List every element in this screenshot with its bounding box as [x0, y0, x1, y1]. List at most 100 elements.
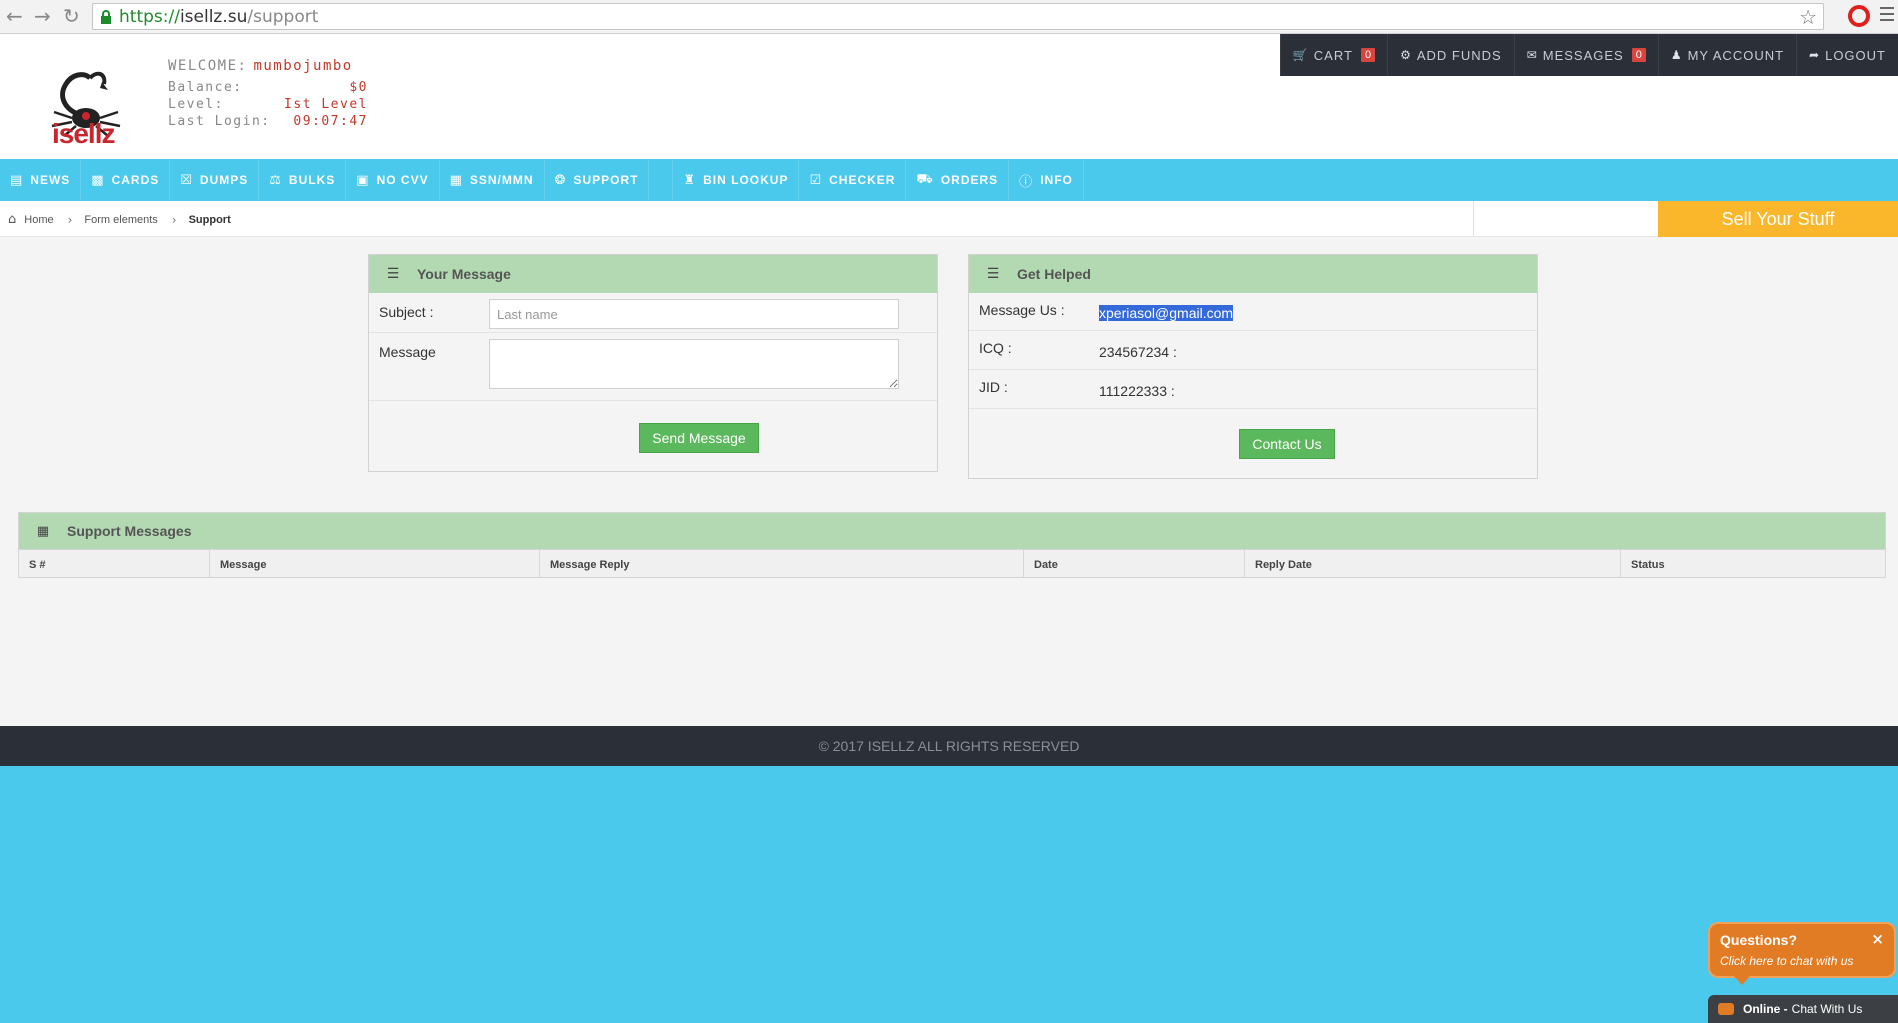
chat-bubble-icon	[1718, 1003, 1734, 1015]
get-helped-title: Get Helped	[1017, 266, 1091, 282]
contact-us-button[interactable]: Contact Us	[1239, 429, 1335, 459]
chat-subtitle: Click here to chat with us	[1720, 954, 1854, 968]
logo-text: isellz	[52, 118, 115, 149]
messages-count-badge: 0	[1631, 48, 1646, 62]
chat-bubble-tail	[1734, 976, 1750, 985]
footer: © 2017 ISELLZ ALL RIGHTS RESERVED	[0, 726, 1898, 766]
nav-dumps-label: DUMPS	[199, 173, 249, 187]
envelope-icon: ✉	[1526, 48, 1538, 62]
level-value: Ist Level	[284, 97, 368, 112]
chevron-right-icon: ›	[171, 212, 177, 227]
column-header[interactable]: Status	[1621, 550, 1885, 577]
icq-value: 234567234 :	[1099, 344, 1177, 360]
cart-link[interactable]: 🛒 CART 0	[1279, 34, 1387, 76]
your-message-header: ☰ Your Message	[369, 255, 937, 293]
nav-bulks[interactable]: ⚖ BULKS	[259, 159, 347, 201]
breadcrumb-bar: ⌂ Home › Form elements › Support Sell Yo…	[0, 201, 1898, 237]
welcome-label: WELCOME:	[168, 58, 248, 74]
list-icon: ☰	[986, 266, 1000, 282]
last-login-value: 09:07:47	[293, 114, 368, 129]
my-account-link[interactable]: ♟ MY ACCOUNT	[1657, 34, 1796, 76]
nav-info-label: INFO	[1040, 173, 1073, 187]
nav-no-cvv[interactable]: ▣ NO CVV	[346, 159, 440, 201]
breadcrumb-form-elements[interactable]: Form elements	[84, 214, 157, 226]
nav-bulks-label: BULKS	[288, 173, 336, 187]
column-header[interactable]: Message	[210, 550, 540, 577]
your-message-panel: ☰ Your Message Subject : Message Send Me…	[368, 254, 938, 472]
column-header[interactable]: Date	[1024, 550, 1245, 577]
message-textarea[interactable]	[489, 339, 899, 389]
welcome-line: WELCOME: mumbojumbo	[168, 58, 368, 74]
nav-cards[interactable]: ▩ CARDS	[81, 159, 171, 201]
browser-menu-icon[interactable]	[1880, 7, 1894, 25]
opera-icon[interactable]	[1848, 5, 1870, 27]
reload-icon[interactable]: ↻	[63, 4, 80, 28]
message-label: Message	[379, 344, 436, 360]
get-helped-header: ☰ Get Helped	[969, 255, 1537, 293]
address-bar[interactable]: https://isellz.su/support ☆	[92, 3, 1824, 30]
subject-input[interactable]	[489, 299, 899, 329]
newspaper-icon: ▤	[10, 172, 24, 188]
column-header[interactable]: S #	[19, 550, 210, 577]
main-content: ☰ Your Message Subject : Message Send Me…	[0, 237, 1898, 726]
cart-count-badge: 0	[1360, 48, 1376, 62]
support-messages-header: ▦ Support Messages	[19, 513, 1885, 549]
nav-ssn-mmn[interactable]: ▦ SSN/MMN	[440, 159, 545, 201]
close-icon[interactable]: ×	[1871, 930, 1884, 948]
back-icon[interactable]: ←	[6, 4, 23, 28]
column-header[interactable]: Message Reply	[540, 550, 1024, 577]
nav-dumps[interactable]: ☒ DUMPS	[170, 159, 260, 201]
message-us-label: Message Us :	[979, 302, 1065, 318]
lock-icon	[101, 10, 111, 24]
column-header[interactable]: Reply Date	[1245, 550, 1621, 577]
nav-support-label: SUPPORT	[573, 173, 639, 187]
breadcrumb-current: Support	[188, 213, 231, 226]
my-account-label: MY ACCOUNT	[1687, 47, 1785, 63]
sell-your-stuff-button[interactable]: Sell Your Stuff	[1658, 201, 1898, 237]
logout-link[interactable]: ➦ LOGOUT	[1796, 34, 1898, 76]
info-circle-icon: ⓘ	[1019, 174, 1034, 190]
jid-value: 111222333 :	[1099, 383, 1175, 399]
jid-row: JID : 111222333 :	[969, 370, 1537, 409]
browser-toolbar: ← → ↻ https://isellz.su/support ☆	[0, 0, 1898, 34]
balance-label: Balance:	[168, 80, 243, 95]
money-bag-icon: ⚙	[1400, 48, 1412, 62]
binoculars-icon: ♜	[683, 172, 697, 188]
icq-row: ICQ : 234567234 :	[969, 331, 1537, 370]
site-header: isellz WELCOME: mumbojumbo Balance: $0 Le…	[0, 34, 1898, 159]
nav-info[interactable]: ⓘ INFO	[1009, 159, 1084, 201]
nav-news[interactable]: ▤ NEWS	[0, 159, 82, 201]
nav-checker[interactable]: ☑ CHECKER	[799, 159, 907, 201]
chat-bar[interactable]: Online - Chat With Us	[1708, 995, 1898, 1023]
cart-icon: 🛒	[1292, 48, 1309, 62]
add-funds-label: ADD FUNDS	[1416, 47, 1502, 63]
get-helped-panel: ☰ Get Helped Message Us : xperiasol@gmai…	[968, 254, 1538, 479]
chevron-right-icon: ›	[67, 212, 73, 227]
id-card-icon: ▩	[91, 172, 105, 188]
balance-row: Balance: $0	[168, 80, 368, 96]
breadcrumb: ⌂ Home › Form elements › Support	[8, 212, 231, 227]
divider	[1473, 201, 1474, 237]
bookmark-star-icon[interactable]: ☆	[1799, 5, 1817, 29]
nav-bin-lookup[interactable]: ♜ BIN LOOKUP	[673, 159, 800, 201]
nav-bin-lookup-label: BIN LOOKUP	[703, 173, 789, 187]
icq-label: ICQ :	[979, 340, 1012, 356]
email-link[interactable]: xperiasol@gmail.com	[1099, 305, 1234, 321]
add-funds-link[interactable]: ⚙ ADD FUNDS	[1387, 34, 1514, 76]
nav-cards-label: CARDS	[111, 173, 160, 187]
url-text: https://isellz.su/support	[119, 7, 319, 27]
messages-link[interactable]: ✉ MESSAGES 0	[1513, 34, 1658, 76]
last-login-label: Last Login:	[168, 114, 271, 129]
nav-no-cvv-label: NO CVV	[376, 173, 429, 187]
forward-icon[interactable]: →	[34, 4, 51, 28]
nav-orders[interactable]: ⛟ ORDERS	[906, 159, 1010, 201]
send-message-button[interactable]: Send Message	[639, 423, 759, 453]
message-us-email[interactable]: xperiasol@gmail.com	[1099, 305, 1234, 321]
chat-prompt-bubble[interactable]: Questions? Click here to chat with us ×	[1708, 922, 1896, 978]
jid-label: JID :	[979, 379, 1008, 395]
breadcrumb-home[interactable]: Home	[24, 214, 53, 226]
message-row: Message	[369, 333, 937, 401]
life-ring-icon: ❂	[554, 172, 567, 188]
nav-ssn-label: SSN/MMN	[469, 173, 534, 187]
nav-support[interactable]: ❂ SUPPORT	[545, 159, 650, 201]
